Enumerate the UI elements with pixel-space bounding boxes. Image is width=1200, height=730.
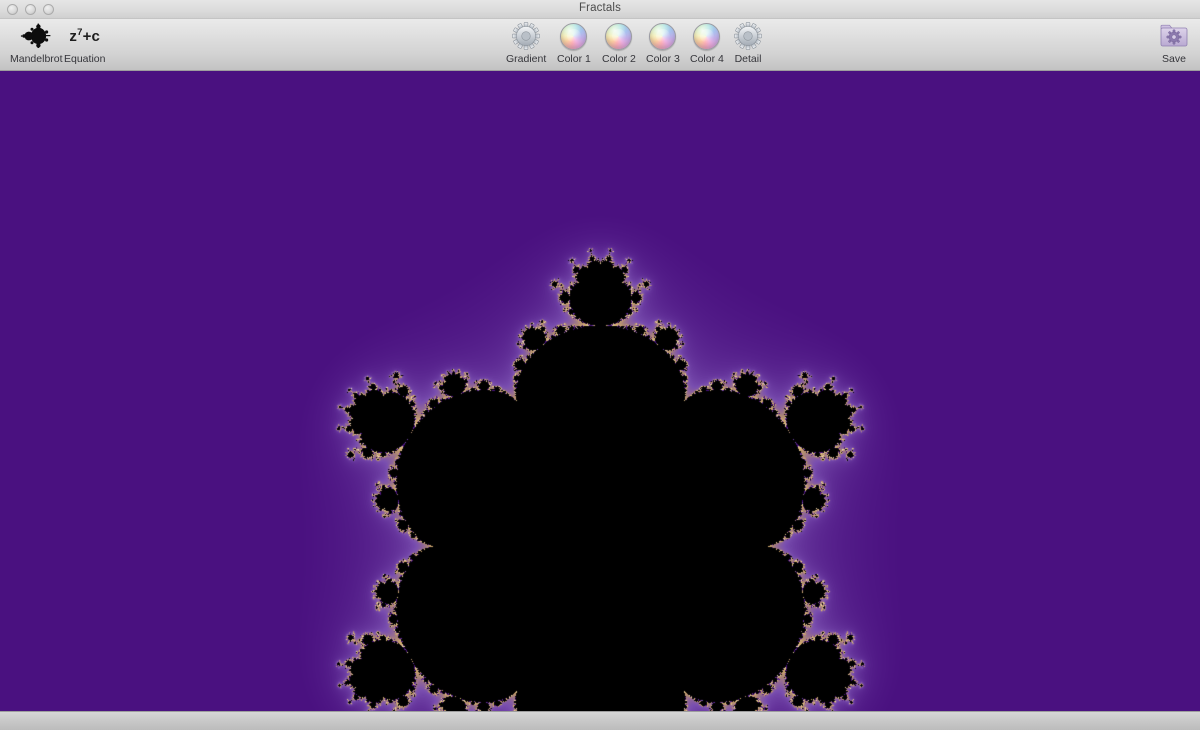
- toolbar-item-mandelbrot[interactable]: Mandelbrot: [10, 20, 63, 65]
- toolbar-label-equation: Equation: [64, 53, 106, 65]
- mandelbrot-set-icon-svg: [21, 23, 51, 48]
- toolbar-item-save[interactable]: Save: [1159, 20, 1189, 65]
- toolbar-label-detail: Detail: [734, 53, 762, 65]
- equation-value: z7+c: [69, 27, 101, 45]
- toolbar-label-mandelbrot: Mandelbrot: [10, 53, 63, 65]
- color-wheel-icon-shape: [693, 22, 721, 50]
- fractal-render-view[interactable]: [0, 71, 1200, 711]
- toolbar-item-color-3[interactable]: Color 3: [646, 20, 680, 65]
- gear-icon: [511, 20, 541, 52]
- color-wheel-icon: [605, 20, 633, 52]
- toolbar-label-save: Save: [1162, 53, 1186, 65]
- color-wheel-icon: [693, 20, 721, 52]
- color-wheel-icon: [560, 20, 588, 52]
- fractals-app-window: Fractals Mandelbrot z7+c Equation Gradie…: [0, 0, 1200, 730]
- gear-icon: [733, 20, 763, 52]
- color-wheel-icon-shape: [605, 22, 633, 50]
- toolbar-item-equation[interactable]: z7+c Equation: [64, 20, 105, 65]
- save-folder-icon: [1159, 20, 1189, 52]
- toolbar-label-color-1: Color 1: [557, 53, 591, 65]
- toolbar-label-color-2: Color 2: [602, 53, 636, 65]
- toolbar-label-color-4: Color 4: [690, 53, 724, 65]
- color-wheel-icon: [649, 20, 677, 52]
- toolbar-item-color-4[interactable]: Color 4: [690, 20, 724, 65]
- save-folder-icon-svg: [1160, 24, 1188, 47]
- toolbar-item-detail[interactable]: Detail: [733, 20, 763, 65]
- toolbar-item-color-1[interactable]: Color 1: [557, 20, 591, 65]
- toolbar-label-color-3: Color 3: [646, 53, 680, 65]
- color-wheel-icon-shape: [560, 22, 588, 50]
- gear-icon-svg: [734, 22, 762, 50]
- equation-glyph: z7+c: [69, 20, 100, 52]
- toolbar-label-gradient: Gradient: [506, 53, 547, 65]
- toolbar-item-color-2[interactable]: Color 2: [602, 20, 636, 65]
- window-titlebar: Fractals: [0, 0, 1200, 19]
- color-wheel-icon-shape: [649, 22, 677, 50]
- fractal-canvas[interactable]: [0, 71, 1200, 711]
- window-title: Fractals: [578, 2, 622, 14]
- toolbar-item-gradient[interactable]: Gradient: [506, 20, 546, 65]
- status-bar: [0, 711, 1200, 730]
- gear-icon-svg: [512, 22, 541, 50]
- mandelbrot-set-icon: [19, 20, 53, 52]
- main-toolbar: Mandelbrot z7+c Equation Gradient Color …: [0, 19, 1200, 71]
